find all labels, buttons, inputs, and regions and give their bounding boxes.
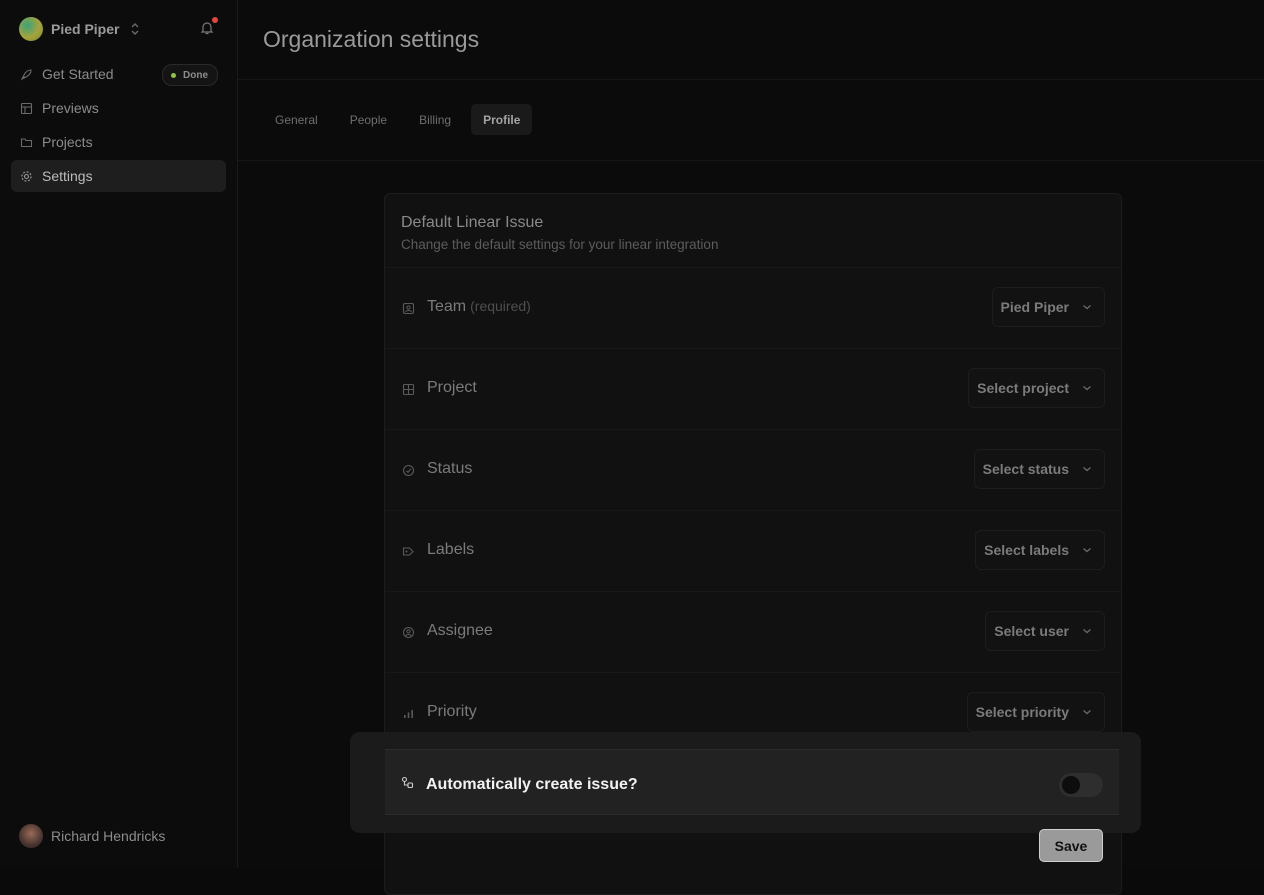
chevron-down-icon	[1083, 305, 1091, 310]
gear-icon	[21, 170, 32, 182]
divider	[238, 79, 1264, 80]
status-badge: Done	[162, 64, 218, 86]
link-icon	[401, 776, 414, 789]
org-switcher[interactable]: Pied Piper	[19, 17, 141, 41]
user-menu[interactable]: Richard Hendricks	[19, 824, 165, 848]
team-icon	[402, 302, 415, 315]
settings-tabs: General People Billing Profile	[263, 104, 540, 135]
status-icon	[402, 464, 415, 477]
sidebar-item-previews[interactable]: Previews	[11, 92, 226, 124]
previews-icon	[20, 102, 33, 114]
auto-create-label: Automatically create issue?	[426, 776, 638, 793]
chevron-down-icon	[1083, 629, 1091, 634]
save-button[interactable]: Save	[1039, 829, 1103, 862]
grid-icon	[402, 383, 415, 396]
team-row: Team (required) Pied Piper	[385, 267, 1121, 349]
auto-create-toggle[interactable]	[1059, 773, 1103, 797]
sidebar: Pied Piper Get Started Done Previews Pro…	[0, 0, 238, 868]
team-label: Team	[427, 298, 467, 315]
org-avatar	[19, 17, 43, 41]
card-title: Default Linear Issue	[401, 214, 544, 231]
notification-dot	[212, 17, 218, 23]
sidebar-item-label: Settings	[42, 168, 93, 184]
select-value: Select project	[977, 380, 1069, 396]
select-value: Select status	[982, 461, 1069, 477]
sidebar-item-get-started[interactable]: Get Started Done	[11, 58, 226, 90]
select-value: Select labels	[984, 542, 1069, 558]
page-title: Organization settings	[263, 26, 480, 52]
labels-select[interactable]: Select labels	[975, 530, 1105, 570]
status-select[interactable]: Select status	[973, 449, 1105, 489]
rocket-icon	[20, 68, 32, 80]
team-select[interactable]: Pied Piper	[991, 287, 1105, 327]
chevron-updown-icon	[131, 23, 139, 35]
org-name: Pied Piper	[51, 21, 120, 37]
sidebar-item-settings[interactable]: Settings	[11, 160, 226, 192]
tab-people[interactable]: People	[338, 104, 399, 135]
chevron-down-icon	[1083, 386, 1091, 391]
toggle-knob	[1062, 776, 1080, 794]
tab-billing[interactable]: Billing	[407, 104, 463, 135]
assignee-row: Assignee Select user	[385, 591, 1121, 673]
status-dot	[171, 72, 176, 78]
badge-label: Done	[183, 69, 208, 81]
sidebar-item-label: Get Started	[42, 66, 114, 82]
sidebar-item-label: Previews	[42, 100, 99, 116]
status-row: Status Select status	[385, 429, 1121, 511]
row-label: Status	[427, 460, 473, 477]
user-circle-icon	[402, 626, 415, 639]
priority-select[interactable]: Select priority	[966, 692, 1105, 732]
sidebar-item-projects[interactable]: Projects	[11, 126, 226, 158]
priority-icon	[404, 710, 413, 718]
chevron-down-icon	[1083, 548, 1091, 553]
row-label: Project	[427, 379, 477, 396]
sidebar-nav: Get Started Done Previews Projects Setti…	[11, 58, 226, 194]
select-value: Select user	[994, 623, 1069, 639]
row-label: Assignee	[427, 622, 493, 639]
avatar	[19, 824, 43, 848]
row-label: Labels	[427, 541, 475, 558]
sidebar-item-label: Projects	[42, 134, 93, 150]
chevron-down-icon	[1083, 467, 1091, 472]
assignee-select[interactable]: Select user	[985, 611, 1105, 651]
row-label: Team (required)	[427, 298, 531, 316]
labels-row: Labels Select labels	[385, 510, 1121, 592]
tab-general[interactable]: General	[263, 104, 330, 135]
tab-profile[interactable]: Profile	[471, 104, 533, 135]
user-name: Richard Hendricks	[51, 828, 166, 844]
divider	[238, 160, 1264, 161]
project-select[interactable]: Select project	[968, 368, 1105, 408]
folder-icon	[20, 137, 33, 147]
row-label: Priority	[427, 703, 477, 720]
required-note: (required)	[470, 298, 531, 314]
project-row: Project Select project	[385, 348, 1121, 430]
card-subtitle: Change the default settings for your lin…	[401, 237, 719, 252]
select-value: Pied Piper	[1000, 299, 1069, 315]
auto-create-row: Automatically create issue?	[385, 749, 1119, 815]
tag-icon	[402, 547, 414, 556]
chevron-down-icon	[1083, 710, 1091, 715]
select-value: Select priority	[975, 704, 1069, 720]
